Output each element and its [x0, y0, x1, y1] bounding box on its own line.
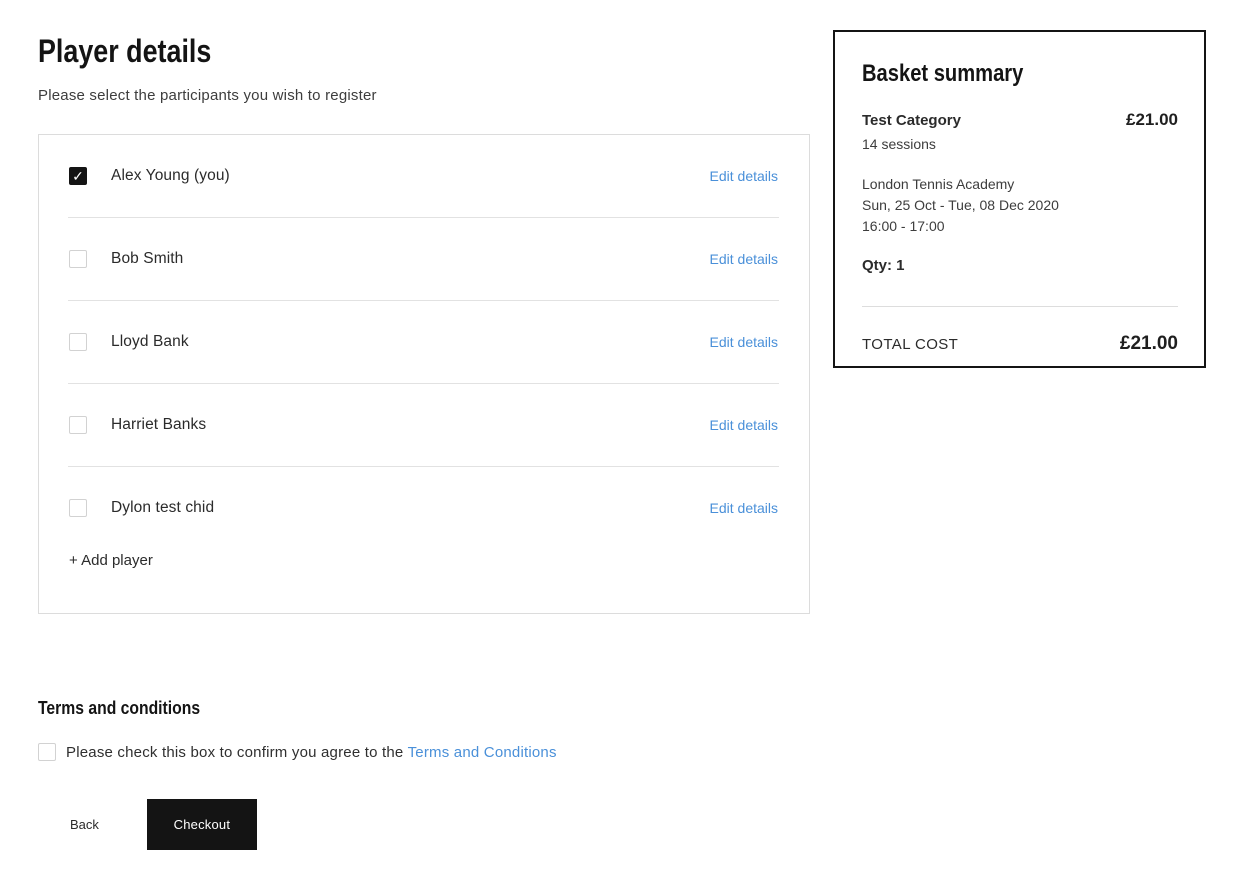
actions-bar: Back Checkout: [38, 799, 257, 850]
player-name: Lloyd Bank: [111, 333, 189, 350]
checkout-button[interactable]: Checkout: [146, 799, 257, 850]
edit-details-link[interactable]: Edit details: [710, 417, 778, 433]
terms-title: Terms and conditions: [38, 697, 201, 718]
player-row: ✓ Lloyd Bank Edit details: [39, 301, 809, 383]
basket-event-details: London Tennis Academy Sun, 25 Oct - Tue,…: [862, 174, 1178, 237]
terms-section: Terms and conditions ✓ Please check this…: [38, 697, 557, 761]
terms-text: Please check this box to confirm you agr…: [66, 743, 557, 761]
terms-checkbox[interactable]: ✓: [38, 743, 56, 761]
add-player-button[interactable]: + Add player: [39, 549, 153, 613]
basket-item-name: Test Category: [862, 112, 961, 129]
player-name: Bob Smith: [111, 250, 184, 267]
edit-details-link[interactable]: Edit details: [710, 334, 778, 350]
terms-and-conditions-link[interactable]: Terms and Conditions: [408, 744, 557, 761]
player-list: ✓ Alex Young (you) Edit details ✓ Bob Sm…: [38, 134, 810, 614]
basket-item-price: £21.00: [1126, 110, 1178, 129]
basket-time: 16:00 - 17:00: [862, 218, 945, 234]
player-row: ✓ Dylon test chid Edit details: [39, 467, 809, 549]
basket-sessions: 14 sessions: [862, 136, 936, 152]
page-title: Player details: [38, 33, 212, 69]
player-checkbox[interactable]: ✓: [69, 499, 87, 517]
player-name: Dylon test chid: [111, 499, 215, 516]
edit-details-link[interactable]: Edit details: [710, 500, 778, 516]
player-checkbox[interactable]: ✓: [69, 333, 87, 351]
player-checkbox[interactable]: ✓: [69, 416, 87, 434]
player-name: Alex Young (you): [111, 167, 230, 184]
basket-title: Basket summary: [862, 60, 1024, 87]
total-cost-value: £21.00: [1119, 333, 1178, 354]
player-checkbox[interactable]: ✓: [69, 167, 87, 185]
back-button[interactable]: Back: [70, 817, 99, 832]
basket-item-row: Test Category £21.00: [862, 110, 1178, 130]
player-row: ✓ Harriet Banks Edit details: [39, 384, 809, 466]
player-name: Harriet Banks: [111, 416, 207, 433]
edit-details-link[interactable]: Edit details: [710, 251, 778, 267]
basket-qty: Qty: 1: [862, 257, 905, 274]
player-row: ✓ Alex Young (you) Edit details: [39, 135, 809, 217]
checkmark-icon: ✓: [72, 168, 84, 184]
player-checkbox[interactable]: ✓: [69, 250, 87, 268]
basket-total-row: TOTAL COST £21.00: [862, 333, 1178, 355]
basket-venue: London Tennis Academy: [862, 176, 1015, 192]
terms-row: ✓ Please check this box to confirm you a…: [38, 743, 557, 761]
player-details-section: Player details Please select the partici…: [38, 33, 810, 614]
basket-summary-panel: Basket summary Test Category £21.00 14 s…: [833, 30, 1206, 368]
total-cost-label: TOTAL COST: [862, 336, 959, 353]
player-row: ✓ Bob Smith Edit details: [39, 218, 809, 300]
divider: [862, 306, 1178, 307]
edit-details-link[interactable]: Edit details: [710, 168, 778, 184]
basket-dates: Sun, 25 Oct - Tue, 08 Dec 2020: [862, 197, 1059, 213]
page-subtitle: Please select the participants you wish …: [38, 87, 377, 104]
